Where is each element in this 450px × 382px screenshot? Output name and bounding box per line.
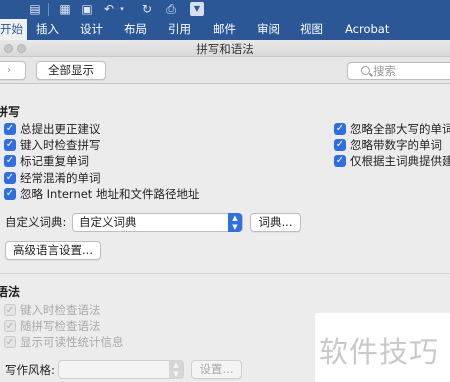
quick-access-toolbar: ▤ ▦ ▣ ↶ ▾ ↻ ⎙ ▼ xyxy=(0,0,450,19)
option-label: 忽略全部大写的单词 xyxy=(350,122,450,136)
checkbox: ✓ xyxy=(4,320,16,332)
custom-dictionary-value: 自定义词典 xyxy=(79,215,137,229)
search-icon xyxy=(361,66,370,75)
back-forward-button[interactable]: › xyxy=(0,61,26,80)
tab-layout[interactable]: 布局 xyxy=(124,19,147,40)
writing-style-label: 写作风格: xyxy=(5,363,55,377)
chevron-right-icon: › xyxy=(7,65,11,76)
grammar-heading: 语法 xyxy=(0,285,21,299)
tab-mailings[interactable]: 邮件 xyxy=(213,19,236,40)
option-label: 忽略 Internet 地址和文件路径地址 xyxy=(20,187,200,201)
checkbox[interactable]: ✓ xyxy=(4,155,16,167)
checkbox: ✓ xyxy=(4,336,16,348)
option-label: 经常混淆的单词 xyxy=(20,171,101,185)
search-placeholder: 搜索 xyxy=(373,64,396,78)
checkbox[interactable]: ✓ xyxy=(334,123,346,135)
dictionaries-button[interactable]: 词典... xyxy=(250,213,301,232)
preferences-toolbar: › 全部显示 搜索 xyxy=(0,57,450,84)
option-label: 随拼写检查语法 xyxy=(20,319,101,333)
checkbox[interactable]: ✓ xyxy=(4,172,16,184)
option-label: 总提出更正建议 xyxy=(20,122,101,136)
print-icon[interactable]: ⎙ xyxy=(164,2,178,16)
tab-insert[interactable]: 插入 xyxy=(36,19,59,40)
redo-icon[interactable]: ↻ xyxy=(140,2,154,16)
checkbox: ✓ xyxy=(4,304,16,316)
custom-dictionary-label: 自定义词典: xyxy=(5,215,67,229)
tab-acrobat[interactable]: Acrobat xyxy=(345,19,389,40)
option-label: 键入时检查拼写 xyxy=(20,138,101,152)
tab-design[interactable]: 设计 xyxy=(80,19,103,40)
custom-dictionary-select[interactable]: 自定义词典 ▲ ▼ xyxy=(72,213,243,232)
checkbox[interactable]: ✓ xyxy=(4,139,16,151)
tab-home[interactable]: 开始 xyxy=(0,19,27,40)
updown-arrows-icon: ▲ ▼ xyxy=(169,360,183,379)
customize-toolbar-icon[interactable]: ▼ xyxy=(190,2,204,16)
option-label: 标记重复单词 xyxy=(20,154,89,168)
save-icon[interactable]: ▣ xyxy=(80,2,94,16)
ribbon-tabs: 开始 插入 设计 布局 引用 邮件 审阅 视图 Acrobat xyxy=(0,19,450,40)
toolbar-divider xyxy=(48,3,49,16)
watermark: 软件技巧 xyxy=(315,313,450,382)
show-all-button[interactable]: 全部显示 xyxy=(36,61,106,80)
checkbox[interactable]: ✓ xyxy=(334,139,346,151)
window-title: 拼写和语法 xyxy=(196,42,254,56)
undo-icon[interactable]: ↶ xyxy=(102,2,116,16)
sidebar-toggle-icon[interactable]: ▤ xyxy=(28,2,42,16)
search-input[interactable]: 搜索 xyxy=(347,62,450,80)
option-label: 仅根据主词典提供建议 xyxy=(350,154,450,168)
window-titlebar: 拼写和语法 xyxy=(0,40,450,57)
checkbox[interactable]: ✓ xyxy=(4,123,16,135)
grammar-settings-button: 设置... xyxy=(191,360,242,379)
layout-icon[interactable]: ▦ xyxy=(58,2,72,16)
watermark-text: 软件技巧 xyxy=(319,335,440,369)
checkbox[interactable]: ✓ xyxy=(4,188,16,200)
option-label: 显示可读性统计信息 xyxy=(20,335,124,349)
checkbox[interactable]: ✓ xyxy=(334,155,346,167)
advanced-language-settings-button[interactable]: 高级语言设置... xyxy=(5,241,101,260)
tab-view[interactable]: 视图 xyxy=(300,19,323,40)
updown-arrows-icon: ▲ ▼ xyxy=(228,213,242,232)
option-label: 键入时检查语法 xyxy=(20,303,101,317)
undo-dropdown-icon[interactable]: ▾ xyxy=(115,2,129,16)
spelling-heading: 拼写 xyxy=(0,105,21,119)
option-suggest-from-main-dictionary-only[interactable]: ✓ 仅根据主词典提供建议 xyxy=(334,154,450,169)
tab-references[interactable]: 引用 xyxy=(168,19,191,40)
option-label: 忽略带数字的单词 xyxy=(350,138,442,152)
section-divider xyxy=(0,273,450,274)
writing-style-select: ▲ ▼ xyxy=(58,360,184,379)
tab-review[interactable]: 审阅 xyxy=(257,19,280,40)
